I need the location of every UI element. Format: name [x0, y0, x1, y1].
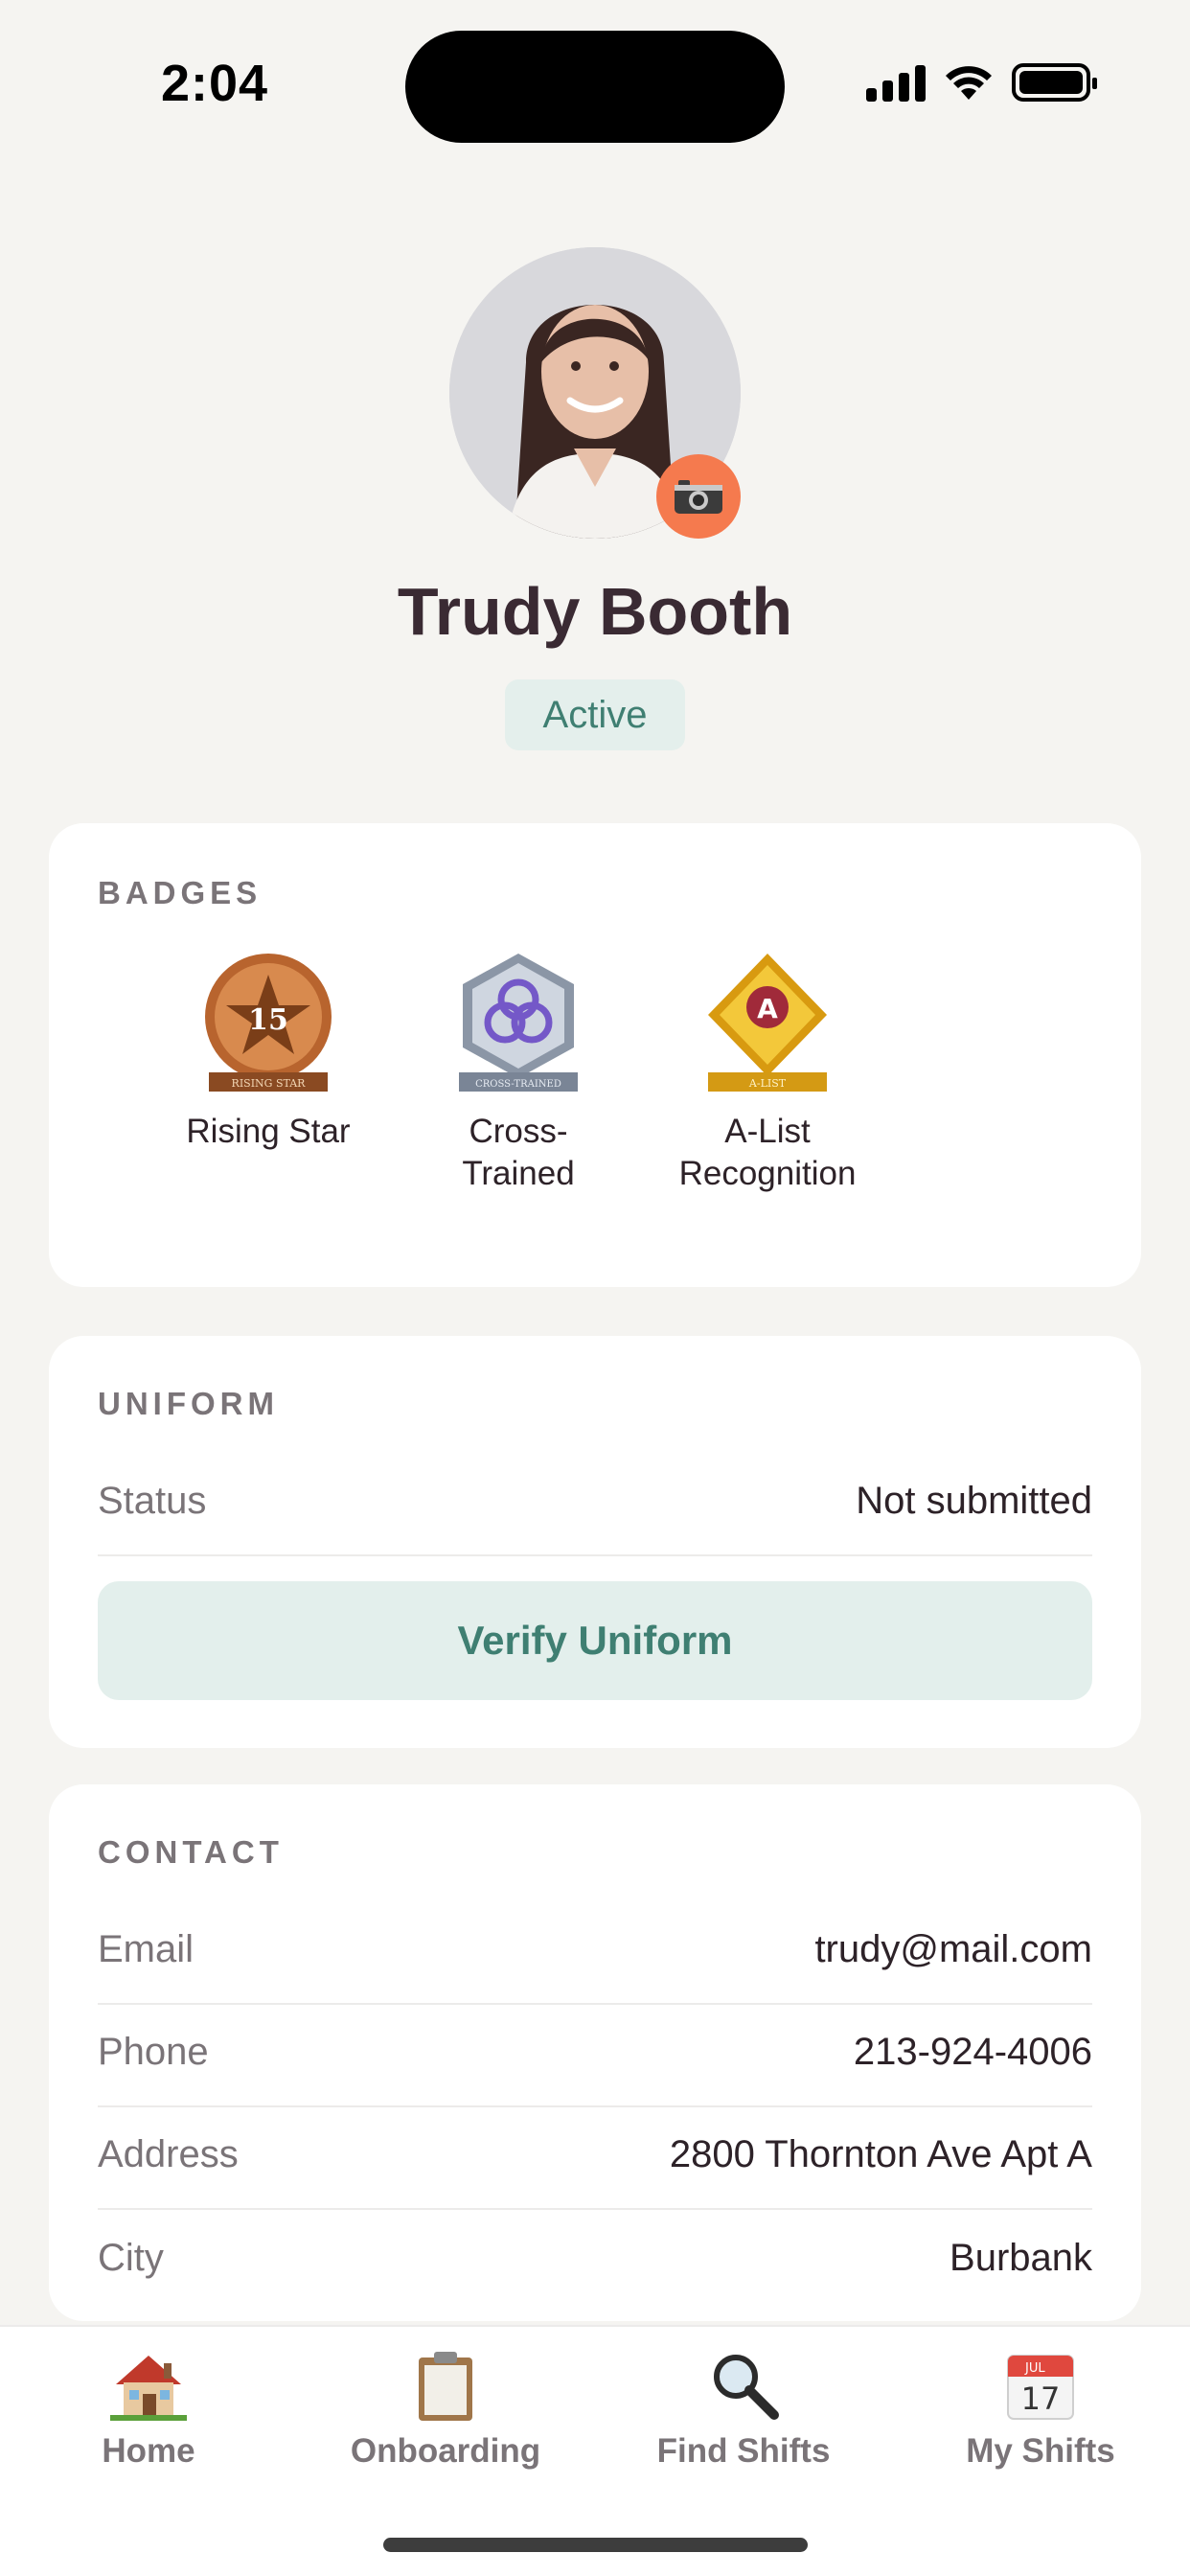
badge-label-line2: Trained — [462, 1155, 575, 1192]
magnifying-glass-icon — [714, 2355, 779, 2420]
contact-section-title: CONTACT — [98, 1834, 284, 1870]
dynamic-island — [405, 31, 785, 143]
cellular-signal-icon — [866, 63, 926, 102]
row-value: 213-924-4006 — [853, 2030, 1092, 2073]
row-label: Status — [98, 1479, 207, 1522]
badges-section-title: BADGES — [98, 875, 263, 910]
tab-home[interactable]: Home — [34, 2348, 263, 2471]
contact-card: CONTACT Email trudy@mail.com Phone 213-9… — [49, 1784, 1141, 2321]
row-label: Phone — [98, 2030, 209, 2073]
house-icon — [110, 2356, 187, 2421]
clipboard-icon — [419, 2352, 472, 2421]
svg-text:CROSS-TRAINED: CROSS-TRAINED — [475, 1079, 561, 1090]
calendar-day: 17 — [1021, 2380, 1061, 2417]
wifi-icon — [946, 66, 992, 100]
tab-my-shifts[interactable]: JUL 17 My Shifts — [926, 2348, 1156, 2471]
uniform-status-row: Status Not submitted — [98, 1449, 1092, 1552]
svg-text:RISING STAR: RISING STAR — [232, 1077, 307, 1090]
tab-label: My Shifts — [966, 2432, 1115, 2470]
badge-label: A-List Recognition — [662, 1111, 873, 1195]
verify-uniform-button[interactable]: Verify Uniform — [98, 1581, 1092, 1700]
status-bar: 2:04 — [0, 0, 1190, 172]
tab-label: Onboarding — [350, 2432, 541, 2470]
contact-row-phone[interactable]: Phone 213-924-4006 — [98, 2000, 1092, 2104]
uniform-section-title: UNIFORM — [98, 1386, 279, 1421]
tab-label: Find Shifts — [656, 2432, 831, 2470]
status-badge: Active — [505, 679, 685, 750]
tab-onboarding[interactable]: Onboarding — [331, 2348, 561, 2471]
badges-card: BADGES 15 RISING STAR Rising Star CROSS-… — [49, 823, 1141, 1287]
uniform-card: UNIFORM Status Not submitted Verify Unif… — [49, 1336, 1141, 1748]
calendar-icon: JUL 17 — [1007, 2355, 1074, 2420]
row-value: Burbank — [950, 2236, 1092, 2279]
badge-label: Rising Star — [186, 1113, 351, 1150]
badge-cross-trained[interactable]: CROSS-TRAINED Cross- Trained — [413, 948, 624, 1195]
contact-row-address[interactable]: Address 2800 Thornton Ave Apt A — [98, 2103, 1092, 2206]
status-icons — [866, 63, 1097, 102]
row-label: City — [98, 2236, 164, 2279]
profile-avatar-container — [449, 247, 741, 539]
battery-icon — [1012, 63, 1097, 102]
svg-text:A: A — [757, 993, 778, 1024]
contact-row-email[interactable]: Email trudy@mail.com — [98, 1898, 1092, 2001]
rising-star-medal-icon: 15 RISING STAR — [205, 954, 332, 1092]
row-label: Address — [98, 2132, 239, 2175]
badge-label-line1: Cross- — [469, 1113, 568, 1150]
row-value: 2800 Thornton Ave Apt A — [669, 2132, 1092, 2175]
badge-label-line1: A-List — [724, 1113, 811, 1150]
badge-label: Cross- Trained — [413, 1111, 624, 1195]
camera-icon — [675, 480, 722, 514]
tab-find-shifts[interactable]: Find Shifts — [629, 2348, 858, 2471]
calendar-month: JUL — [1024, 2361, 1045, 2376]
profile-name: Trudy Booth — [397, 574, 793, 649]
home-indicator[interactable] — [383, 2538, 808, 2552]
change-photo-button[interactable] — [656, 454, 741, 539]
divider — [98, 1554, 1092, 1556]
cross-trained-hexagon-icon: CROSS-TRAINED — [459, 954, 578, 1092]
contact-row-city[interactable]: City Burbank — [98, 2206, 1092, 2310]
a-list-diamond-icon: A A-LIST — [708, 954, 827, 1092]
row-label: Email — [98, 1927, 195, 1970]
status-time: 2:04 — [161, 55, 269, 112]
badge-label-line2: Recognition — [678, 1155, 857, 1192]
row-value: Not submitted — [856, 1479, 1092, 1522]
badge-rising-star[interactable]: 15 RISING STAR Rising Star — [163, 948, 374, 1153]
tab-label: Home — [102, 2432, 195, 2470]
row-value: trudy@mail.com — [814, 1927, 1092, 1970]
svg-text:15: 15 — [248, 1003, 288, 1037]
badge-a-list-recognition[interactable]: A A-LIST A-List Recognition — [662, 948, 873, 1195]
svg-text:A-LIST: A-LIST — [748, 1077, 787, 1090]
